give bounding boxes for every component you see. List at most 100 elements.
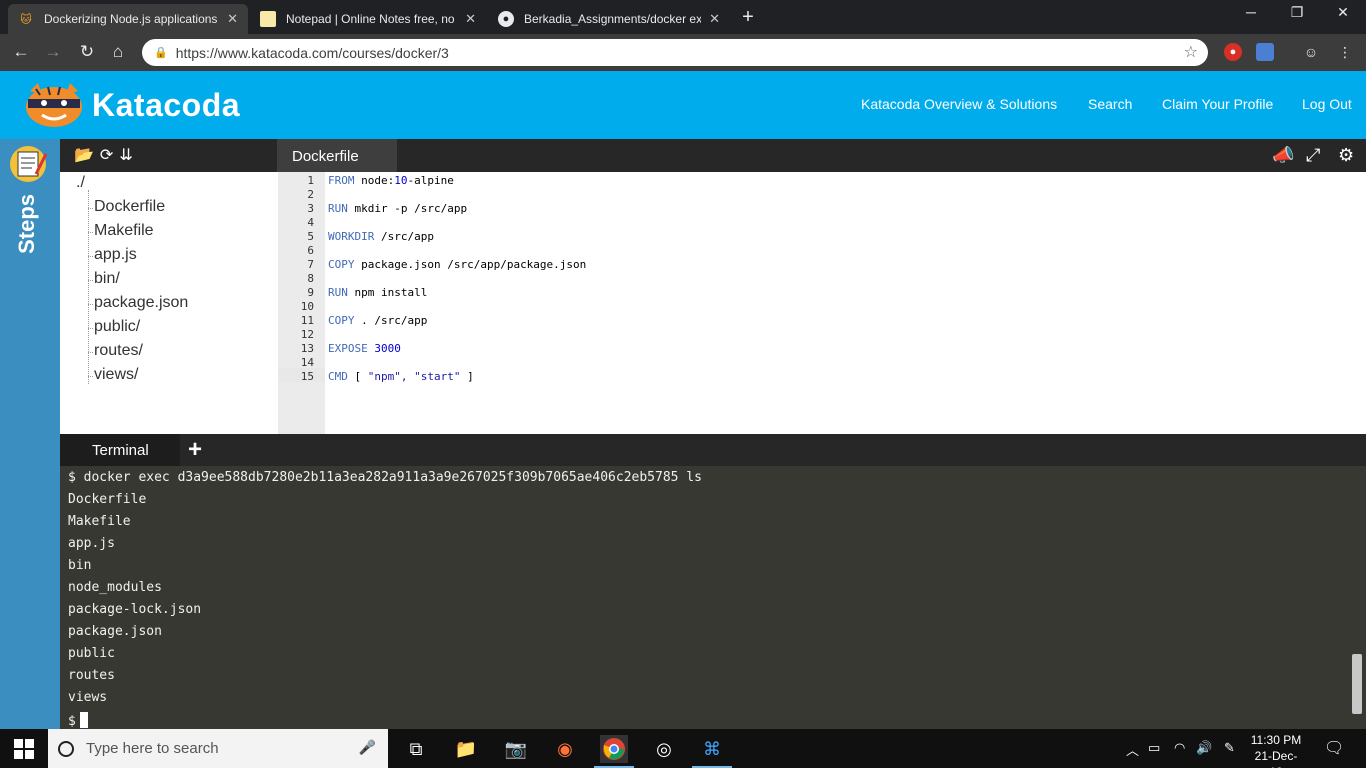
file-makefile[interactable]: Makefile [88,222,154,240]
camera-icon[interactable]: 📷 [502,735,530,763]
code-line[interactable]: COPY . /src/app [328,314,427,327]
katacoda-logo[interactable]: Katacoda [22,81,240,129]
terminal-line: public [68,646,115,661]
terminal-line: Dockerfile [68,492,146,507]
code-token: COPY [328,314,355,327]
profile-icon[interactable]: ☺ [1300,41,1322,63]
code-line[interactable]: EXPOSE 3000 [328,342,401,355]
nav-overview-solutions[interactable]: Katacoda Overview & Solutions [861,96,1057,112]
line-number: 7 [307,258,314,271]
close-tab-icon[interactable]: ✕ [709,11,720,27]
tray-chevron-icon[interactable]: ︿ [1126,740,1139,759]
chrome-icon[interactable] [594,735,634,768]
pen-icon[interactable]: ✎ [1224,740,1235,756]
cortana-icon [58,740,74,757]
fullscreen-icon[interactable]: ⤢ [1306,145,1320,166]
browser-tab-github[interactable]: ● Berkadia_Assignments/docker ex ✕ [488,4,730,34]
folder-bin[interactable]: bin/ [88,270,120,288]
battery-icon[interactable]: ▭ [1148,740,1160,756]
file-app-js[interactable]: app.js [88,246,137,264]
browser-tab-katacoda[interactable]: 🐱 Dockerizing Node.js applications ✕ [8,4,248,34]
code-token: FROM [328,174,355,187]
terminal-line: node_modules [68,580,162,595]
system-clock[interactable]: 11:30 PM 21-Dec-18 [1248,732,1304,780]
code-token: package.json /src/app/package.json [354,258,587,271]
wifi-icon[interactable]: ◠ [1174,740,1185,756]
new-tab-button[interactable]: + [738,6,758,28]
refresh-icon[interactable]: ⟳ [100,147,119,164]
terminal-line: $ docker exec d3a9ee588db7280e2b11a3ea28… [68,470,702,485]
collapse-icon[interactable]: ⇊ [119,147,138,164]
code-line[interactable]: FROM node:10-alpine [328,174,454,187]
close-window-icon[interactable]: ✕ [1328,4,1358,21]
forward-icon[interactable]: → [42,41,64,63]
code-token: ] [460,370,474,383]
menu-icon[interactable]: ⋮ [1334,41,1356,63]
add-terminal-button[interactable]: + [188,436,202,464]
steps-sidebar[interactable]: Steps [0,139,60,729]
terminal-line: bin [68,558,91,573]
tab-dockerfile[interactable]: Dockerfile [277,139,397,172]
code-line[interactable]: RUN mkdir -p /src/app [328,202,467,215]
gear-icon[interactable]: ⚙ [1338,145,1354,166]
line-number: 4 [307,216,314,229]
volume-icon[interactable]: 🔊 [1196,740,1212,756]
code-line[interactable]: RUN npm install [328,286,427,299]
home-icon[interactable]: ⌂ [107,41,129,63]
file-explorer-icon[interactable]: 📁 [452,735,480,763]
folder-routes[interactable]: routes/ [88,342,143,360]
notifications-icon[interactable]: 🗨 [1324,738,1344,758]
terminal-text: package.json [68,624,162,639]
megaphone-icon[interactable]: 📣 [1272,145,1294,166]
code-line[interactable]: COPY package.json /src/app/package.json [328,258,586,271]
code-line[interactable]: WORKDIR /src/app [328,230,434,243]
code-token: mkdir -p /src/app [347,202,468,215]
code-token: WORKDIR [328,230,375,243]
code-editor[interactable] [325,172,1366,434]
obs-icon[interactable]: ◎ [650,735,678,763]
file-package-json[interactable]: package.json [87,294,188,312]
nav-search[interactable]: Search [1088,96,1132,112]
lock-icon: 🔒 [154,47,168,59]
vscode-icon[interactable]: ⌘ [692,735,732,768]
line-number: 13 [300,342,314,355]
firefox-icon[interactable]: ◉ [551,735,579,763]
tiger-mascot-icon [26,83,82,127]
terminal-cursor [79,712,88,728]
minimize-icon[interactable]: ─ [1236,4,1266,20]
folder-open-icon[interactable]: 📂 [74,147,100,164]
clock-date: 21-Dec-18 [1254,749,1298,779]
code-line[interactable]: CMD [ "npm", "start" ] [328,370,474,383]
close-tab-icon[interactable]: ✕ [465,11,476,27]
taskbar-search[interactable]: Type here to search 🎤 [48,729,388,768]
tree-root[interactable]: ./ [76,174,85,192]
address-bar[interactable]: 🔒 https://www.katacoda.com/courses/docke… [142,39,1208,66]
windows-start-icon[interactable] [14,739,34,759]
file-dockerfile[interactable]: Dockerfile [87,198,165,216]
extension-icon[interactable] [1256,43,1274,61]
tab-terminal[interactable]: Terminal [60,434,180,466]
folder-views[interactable]: views/ [87,366,138,384]
terminal-text: bin [68,558,92,573]
microphone-icon[interactable]: 🎤 [359,739,376,756]
code-token: EXPOSE [328,342,368,355]
windows-taskbar: Type here to search 🎤 ⧉ 📁 📷 ◉ ◎ ⌘ ︿ ▭ ◠ … [0,729,1366,779]
terminal-toolbar: Terminal + [60,434,1366,466]
katacoda-icon: 🐱 [20,13,32,26]
maximize-icon[interactable]: ❐ [1282,4,1312,21]
task-view-icon[interactable]: ⧉ [402,735,430,763]
nav-claim-profile[interactable]: Claim Your Profile [1162,96,1273,112]
nav-log-out[interactable]: Log Out [1302,96,1352,112]
browser-tab-notepad[interactable]: Notepad | Online Notes free, no ✕ [250,4,486,34]
folder-public[interactable]: public/ [87,318,140,336]
back-icon[interactable]: ← [10,41,32,63]
tab-title: Notepad | Online Notes free, no [286,12,455,26]
line-number: 1 [307,174,314,187]
bookmark-star-icon[interactable]: ☆ [1184,42,1198,62]
close-tab-icon[interactable]: ✕ [227,11,238,27]
extension-icon[interactable]: ● [1224,43,1242,61]
reload-icon[interactable]: ↻ [76,41,98,63]
terminal-output[interactable]: $ docker exec d3a9ee588db7280e2b11a3ea28… [60,466,1366,729]
terminal-scrollbar[interactable] [1352,654,1362,714]
line-number: 9 [307,286,314,299]
